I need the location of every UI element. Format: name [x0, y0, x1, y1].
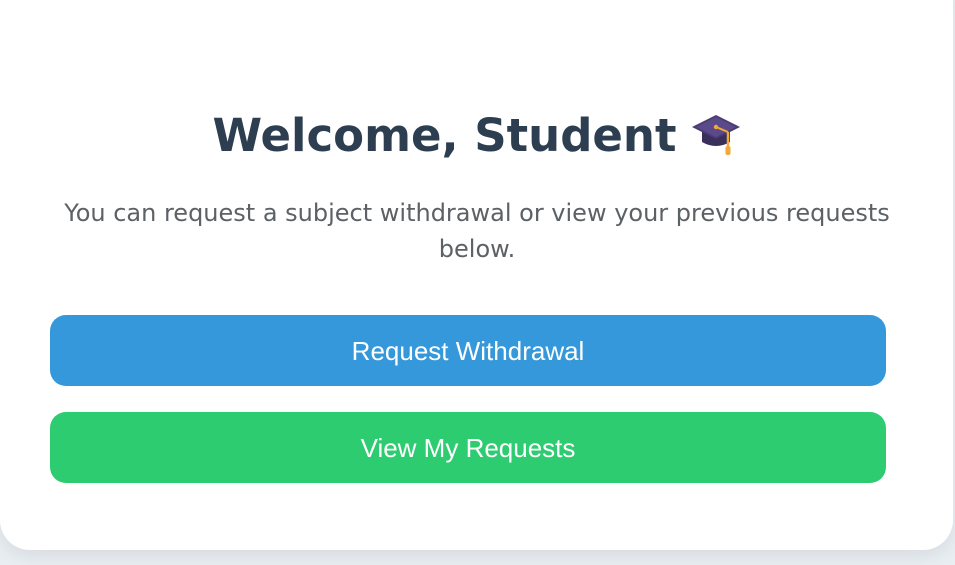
graduation-cap-icon	[690, 109, 742, 157]
welcome-description: You can request a subject withdrawal or …	[64, 199, 890, 263]
page-title-text: Welcome, Student	[212, 109, 677, 162]
request-withdrawal-button[interactable]: Request Withdrawal	[50, 315, 886, 386]
view-my-requests-button[interactable]: View My Requests	[50, 412, 886, 483]
page-title: Welcome, Student	[0, 108, 955, 164]
